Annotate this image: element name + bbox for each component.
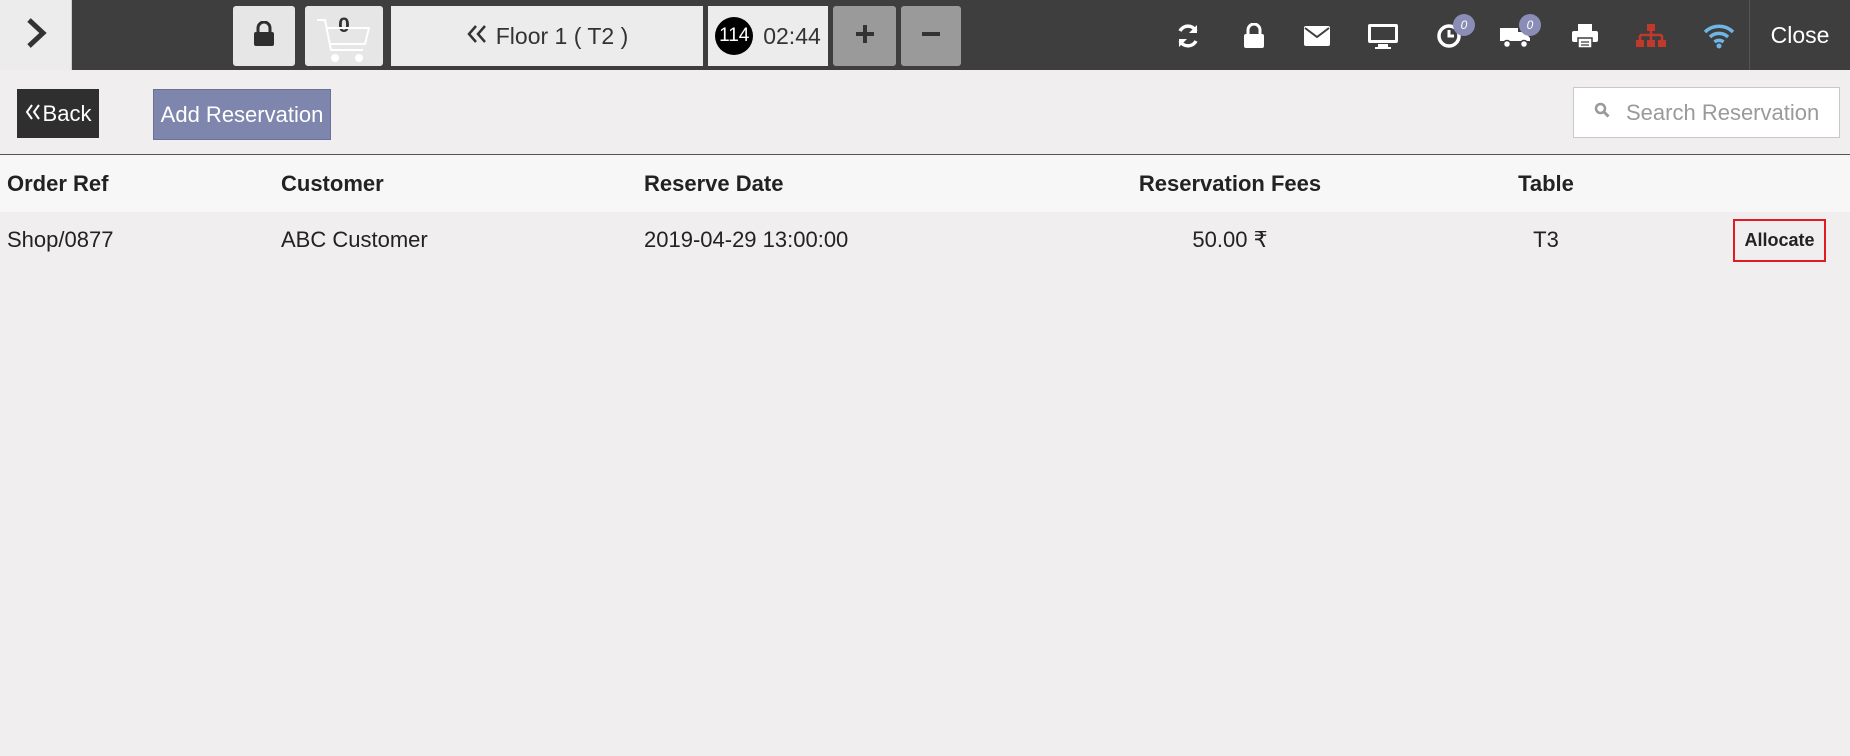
- cell-reservation-fees: 50.00 ₹: [1192, 227, 1268, 252]
- lock-icon[interactable]: [1232, 14, 1276, 58]
- close-button[interactable]: Close: [1749, 0, 1850, 70]
- cell-table: T3: [1533, 227, 1559, 252]
- top-bar: 0 Floor 1 ( T2 ) 114 02:44 0 0 Close: [0, 0, 1850, 70]
- add-reservation-button[interactable]: Add Reservation: [153, 89, 331, 140]
- table-header: Order Ref Customer Reserve Date Reservat…: [0, 155, 1850, 212]
- search-box: [1573, 87, 1840, 138]
- delivery-truck-icon[interactable]: 0: [1493, 14, 1541, 58]
- orders-clock-icon[interactable]: 0: [1427, 14, 1475, 58]
- monitor-icon[interactable]: [1361, 14, 1405, 58]
- floor-label: Floor 1 ( T2 ): [495, 22, 629, 49]
- cart-icon: [315, 16, 373, 69]
- lock-screen-button[interactable]: [233, 6, 295, 66]
- header-customer: Customer: [281, 170, 384, 196]
- header-reservation-fees: Reservation Fees: [1138, 170, 1322, 196]
- minus-icon: [920, 23, 942, 50]
- table-row: Shop/0877 ABC Customer 2019-04-29 13:00:…: [0, 212, 1850, 268]
- back-label: Back: [42, 100, 92, 126]
- sidebar-toggle-button[interactable]: [0, 0, 72, 70]
- back-button[interactable]: Back: [17, 89, 99, 138]
- chevron-right-icon: [24, 17, 48, 54]
- timer-time: 02:44: [763, 22, 821, 49]
- plus-button[interactable]: [833, 6, 896, 66]
- wifi-icon: [1697, 14, 1741, 58]
- header-order-ref: Order Ref: [7, 170, 109, 196]
- timer-display: 114 02:44: [708, 6, 828, 66]
- header-reserve-date: Reserve Date: [644, 170, 784, 196]
- envelope-icon[interactable]: [1295, 14, 1339, 58]
- cell-reserve-date: 2019-04-29 13:00:00: [644, 227, 849, 252]
- allocate-button[interactable]: Allocate: [1733, 219, 1826, 262]
- lock-icon: [253, 20, 275, 52]
- delivery-badge: 0: [1519, 14, 1541, 36]
- minus-button[interactable]: [901, 6, 961, 66]
- network-sitemap-icon[interactable]: [1629, 14, 1673, 58]
- cell-customer: ABC Customer: [281, 227, 428, 252]
- floor-selector-button[interactable]: Floor 1 ( T2 ): [391, 6, 703, 66]
- orders-badge: 0: [1453, 14, 1475, 36]
- cart-button[interactable]: 0: [305, 6, 383, 66]
- printer-icon[interactable]: [1563, 14, 1607, 58]
- double-chevron-left-icon: [25, 101, 41, 127]
- double-chevron-left-icon: [466, 23, 488, 50]
- guest-count-badge: 114: [715, 17, 754, 55]
- plus-icon: [854, 23, 876, 50]
- search-icon: [1594, 102, 1610, 123]
- search-input[interactable]: [1626, 99, 1826, 126]
- refresh-icon[interactable]: [1166, 14, 1210, 58]
- cell-order-ref: Shop/0877: [7, 227, 114, 252]
- header-table: Table: [1518, 170, 1574, 196]
